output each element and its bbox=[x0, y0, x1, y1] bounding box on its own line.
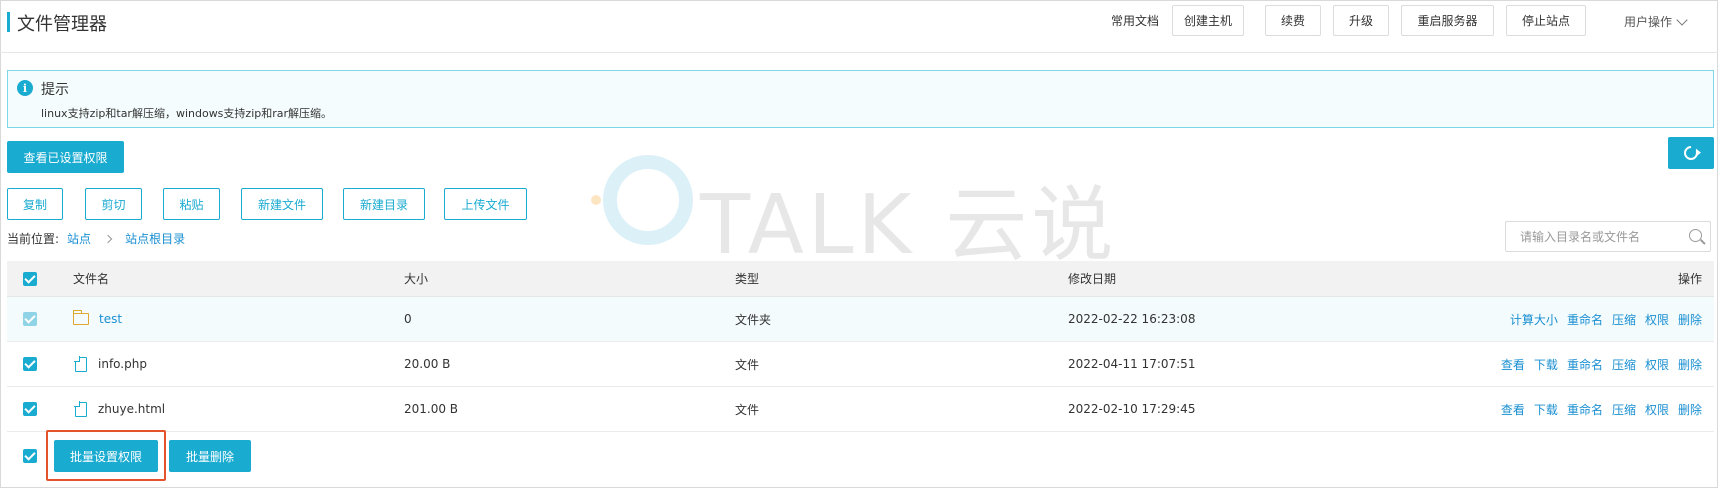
file-type: 文件 bbox=[735, 357, 760, 372]
file-modified: 2022-02-10 17:29:45 bbox=[1068, 402, 1196, 416]
refresh-button[interactable] bbox=[1668, 137, 1714, 169]
upload-file-button[interactable]: 上传文件 bbox=[444, 188, 527, 220]
row-actions: 查看 下载 重命名 压缩 权限 删除 bbox=[1501, 342, 1702, 386]
stop-site-button[interactable]: 停止站点 bbox=[1506, 5, 1586, 36]
permissions-link[interactable]: 权限 bbox=[1645, 401, 1669, 418]
file-name[interactable]: zhuye.html bbox=[98, 402, 165, 416]
checkbox-checked-icon bbox=[23, 312, 37, 326]
file-type: 文件夹 bbox=[735, 312, 772, 327]
row-actions: 查看 下载 重命名 压缩 权限 删除 bbox=[1501, 387, 1702, 431]
compress-link[interactable]: 压缩 bbox=[1612, 311, 1636, 328]
new-folder-button[interactable]: 新建目录 bbox=[343, 188, 425, 220]
table-row: info.php 20.00 B 文件 2022-04-11 17:07:51 … bbox=[7, 342, 1714, 387]
rename-link[interactable]: 重命名 bbox=[1567, 356, 1603, 373]
copy-button[interactable]: 复制 bbox=[7, 188, 63, 220]
header-modified[interactable]: 修改日期 bbox=[1068, 261, 1116, 296]
delete-link[interactable]: 删除 bbox=[1678, 356, 1702, 373]
calc-size-link[interactable]: 计算大小 bbox=[1510, 311, 1558, 328]
bulk-set-permissions-button[interactable]: 批量设置权限 bbox=[54, 440, 158, 472]
permissions-link[interactable]: 权限 bbox=[1645, 311, 1669, 328]
breadcrumb-item-site[interactable]: 站点 bbox=[67, 230, 91, 247]
header-ops: 操作 bbox=[1677, 272, 1702, 286]
breadcrumb-item-root[interactable]: 站点根目录 bbox=[125, 230, 185, 247]
title-accent-bar bbox=[7, 12, 10, 32]
delete-link[interactable]: 删除 bbox=[1678, 401, 1702, 418]
file-name-link[interactable]: test bbox=[99, 312, 122, 326]
rename-link[interactable]: 重命名 bbox=[1567, 401, 1603, 418]
breadcrumb-prefix: 当前位置: bbox=[7, 232, 60, 246]
new-file-button[interactable]: 新建文件 bbox=[241, 188, 323, 220]
restart-server-button[interactable]: 重启服务器 bbox=[1401, 5, 1494, 36]
header-type[interactable]: 类型 bbox=[735, 261, 759, 296]
search-box bbox=[1505, 221, 1711, 252]
bulk-select-checkbox[interactable] bbox=[23, 440, 37, 472]
chevron-down-icon bbox=[1676, 13, 1688, 26]
user-menu[interactable]: 用户操作 bbox=[1624, 13, 1688, 30]
file-icon bbox=[74, 400, 87, 417]
checkbox-checked-icon bbox=[23, 271, 37, 286]
table-header: 文件名 大小 类型 修改日期 操作 bbox=[7, 261, 1714, 297]
page-title: 文件管理器 bbox=[17, 14, 107, 35]
tip-text: linux支持zip和tar解压缩，windows支持zip和rar解压缩。 bbox=[41, 107, 333, 120]
compress-link[interactable]: 压缩 bbox=[1612, 356, 1636, 373]
tip-title: 提示 bbox=[41, 82, 69, 98]
breadcrumb: 当前位置: 站点 站点根目录 bbox=[7, 230, 185, 247]
row-checkbox[interactable] bbox=[23, 387, 37, 431]
file-size: 20.00 B bbox=[404, 357, 451, 371]
permissions-link[interactable]: 权限 bbox=[1645, 356, 1669, 373]
checkbox-checked-icon bbox=[23, 449, 37, 463]
download-link[interactable]: 下载 bbox=[1534, 401, 1558, 418]
file-modified: 2022-02-22 16:23:08 bbox=[1068, 312, 1196, 326]
row-checkbox[interactable] bbox=[23, 297, 37, 341]
file-name-cell: zhuye.html bbox=[73, 387, 165, 431]
header-size[interactable]: 大小 bbox=[404, 261, 428, 296]
bulk-delete-button[interactable]: 批量删除 bbox=[169, 440, 251, 472]
file-type: 文件 bbox=[735, 402, 760, 417]
refresh-icon bbox=[1681, 143, 1701, 163]
search-icon[interactable] bbox=[1689, 229, 1702, 242]
view-link[interactable]: 查看 bbox=[1501, 401, 1525, 418]
row-actions: 计算大小 重命名 压缩 权限 删除 bbox=[1510, 297, 1702, 341]
file-name-cell: info.php bbox=[73, 342, 147, 386]
file-size: 201.00 B bbox=[404, 402, 459, 416]
search-input[interactable] bbox=[1506, 222, 1676, 251]
file-name-cell: test bbox=[72, 297, 122, 341]
file-icon bbox=[74, 355, 87, 372]
delete-link[interactable]: 删除 bbox=[1678, 311, 1702, 328]
info-icon: i bbox=[17, 80, 33, 96]
row-checkbox[interactable] bbox=[23, 342, 37, 386]
file-name[interactable]: info.php bbox=[98, 357, 147, 371]
view-link[interactable]: 查看 bbox=[1501, 356, 1525, 373]
select-all-checkbox[interactable] bbox=[23, 261, 37, 296]
compress-link[interactable]: 压缩 bbox=[1612, 401, 1636, 418]
table-row: test 0 文件夹 2022-02-22 16:23:08 计算大小 重命名 … bbox=[7, 297, 1714, 342]
upgrade-button[interactable]: 升级 bbox=[1333, 5, 1389, 36]
rename-link[interactable]: 重命名 bbox=[1567, 311, 1603, 328]
download-link[interactable]: 下载 bbox=[1534, 356, 1558, 373]
header: 文件管理器 常用文档 创建主机 续费 升级 重启服务器 停止站点 用户操作 bbox=[0, 0, 1718, 53]
checkbox-checked-icon bbox=[23, 357, 37, 371]
user-menu-label: 用户操作 bbox=[1624, 15, 1673, 29]
header-name[interactable]: 文件名 bbox=[73, 261, 109, 296]
file-size: 0 bbox=[404, 312, 412, 326]
checkbox-checked-icon bbox=[23, 402, 37, 416]
folder-icon bbox=[72, 310, 89, 325]
docs-link[interactable]: 常用文档 bbox=[1111, 12, 1159, 29]
create-host-button[interactable]: 创建主机 bbox=[1172, 5, 1244, 36]
cut-button[interactable]: 剪切 bbox=[85, 188, 142, 220]
file-modified: 2022-04-11 17:07:51 bbox=[1068, 357, 1196, 371]
chevron-right-icon bbox=[103, 234, 113, 243]
table-row: zhuye.html 201.00 B 文件 2022-02-10 17:29:… bbox=[7, 387, 1714, 432]
paste-button[interactable]: 粘贴 bbox=[163, 188, 220, 220]
renew-button[interactable]: 续费 bbox=[1265, 5, 1321, 36]
tip-box: i 提示 linux支持zip和tar解压缩，windows支持zip和rar解… bbox=[7, 70, 1714, 128]
view-permissions-button[interactable]: 查看已设置权限 bbox=[7, 141, 124, 173]
